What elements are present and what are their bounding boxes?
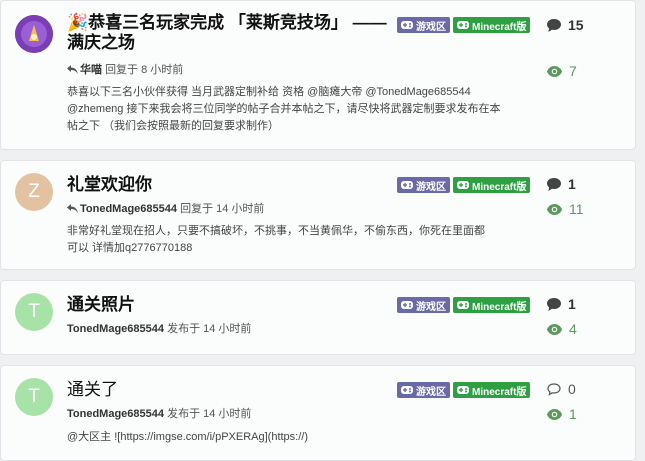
view-count: 4 <box>547 321 577 337</box>
subcategory-tag[interactable]: Minecraft版 <box>453 297 531 313</box>
reply-count: 1 <box>547 296 576 312</box>
gamepad-icon <box>457 181 469 189</box>
topic-title[interactable]: 礼堂欢迎你 <box>67 175 152 195</box>
subcategory-label: Minecraft版 <box>472 21 527 33</box>
gamepad-icon <box>401 386 413 394</box>
view-count: 7 <box>547 63 577 79</box>
gamepad-icon <box>457 301 469 309</box>
eye-icon <box>547 323 562 335</box>
comment-outline-icon <box>547 382 561 396</box>
topic-meta: TonedMage685544 发布于 14 小时前 <box>67 405 251 421</box>
eye-icon <box>547 203 562 215</box>
category-tag[interactable]: 游戏区 <box>397 177 450 193</box>
subcategory-tag[interactable]: Minecraft版 <box>453 382 531 398</box>
gamepad-icon <box>401 181 413 189</box>
view-count: 1 <box>547 406 577 422</box>
subcategory-tag[interactable]: Minecraft版 <box>453 177 531 193</box>
topic-excerpt: @大区主 ![https://imgse.com/i/pPXERAg](http… <box>67 431 309 443</box>
gamepad-icon <box>457 386 469 394</box>
eye-icon <box>547 65 562 77</box>
avatar[interactable]: Z <box>15 173 53 211</box>
tag-group: 游戏区 Minecraft版 <box>397 177 531 193</box>
meta-action: 回复于 8 小时前 <box>105 64 184 76</box>
reply-icon <box>67 65 78 74</box>
avatar[interactable]: T <box>15 378 53 416</box>
topic-title[interactable]: 🎉恭喜三名玩家完成 「莱斯竞技场」 —— 满庆之场 <box>67 13 393 53</box>
reply-count: 1 <box>547 176 576 192</box>
topic-title[interactable]: 通关了 <box>67 380 118 400</box>
reply-count: 0 <box>547 381 576 397</box>
tag-group: 游戏区 Minecraft版 <box>397 17 531 33</box>
avatar[interactable] <box>15 15 53 53</box>
topic-card: T 通关照片 TonedMage685544 发布于 14 小时前 游戏区 Mi… <box>0 280 636 355</box>
subcategory-tag[interactable]: Minecraft版 <box>453 17 531 33</box>
user-link[interactable]: TonedMage685544 <box>67 323 164 335</box>
topic-card: T 通关了 TonedMage685544 发布于 14 小时前 @大区主 ![… <box>0 365 636 461</box>
topic-meta: 华喵 回复于 8 小时前 <box>67 61 183 77</box>
comment-icon <box>547 18 561 32</box>
user-link[interactable]: TonedMage685544 <box>80 203 177 215</box>
category-label: 游戏区 <box>416 21 446 33</box>
topic-meta: TonedMage685544 回复于 14 小时前 <box>67 200 264 216</box>
category-tag[interactable]: 游戏区 <box>397 17 450 33</box>
reply-icon <box>67 204 78 213</box>
category-label: 游戏区 <box>416 181 446 193</box>
category-label: 游戏区 <box>416 301 446 313</box>
category-label: 游戏区 <box>416 386 446 398</box>
reply-count: 15 <box>547 17 584 33</box>
gamepad-icon <box>401 301 413 309</box>
topic-card: 🎉恭喜三名玩家完成 「莱斯竞技场」 —— 满庆之场 华喵 回复于 8 小时前 恭… <box>0 0 636 150</box>
meta-action: 发布于 14 小时前 <box>167 323 252 335</box>
topic-excerpt: 非常好礼堂现在招人，只要不搞破坏，不挑事，不当黄佩华，不偷东西，你死在里面都可以… <box>67 225 485 254</box>
tag-group: 游戏区 Minecraft版 <box>397 297 531 313</box>
comment-icon <box>547 297 561 311</box>
topic-excerpt: 恭喜以下三名小伙伴获得 当月武器定制补给 资格 @脑瘫大帝 @TonedMage… <box>67 86 501 132</box>
topic-meta: TonedMage685544 发布于 14 小时前 <box>67 320 251 336</box>
topic-card: Z 礼堂欢迎你 TonedMage685544 回复于 14 小时前 非常好礼堂… <box>0 160 636 270</box>
topic-title[interactable]: 通关照片 <box>67 295 135 315</box>
category-tag[interactable]: 游戏区 <box>397 382 450 398</box>
meta-action: 回复于 14 小时前 <box>180 203 265 215</box>
category-tag[interactable]: 游戏区 <box>397 297 450 313</box>
meta-action: 发布于 14 小时前 <box>167 408 252 420</box>
subcategory-label: Minecraft版 <box>472 386 527 398</box>
comment-icon <box>547 177 561 191</box>
subcategory-label: Minecraft版 <box>472 301 527 313</box>
tag-group: 游戏区 Minecraft版 <box>397 382 531 398</box>
user-link[interactable]: 华喵 <box>80 64 102 76</box>
gamepad-icon <box>457 21 469 29</box>
eye-icon <box>547 408 562 420</box>
gamepad-icon <box>401 21 413 29</box>
subcategory-label: Minecraft版 <box>472 181 527 193</box>
avatar[interactable]: T <box>15 293 53 331</box>
award-icon <box>15 15 53 53</box>
user-link[interactable]: TonedMage685544 <box>67 408 164 420</box>
view-count: 11 <box>547 201 584 217</box>
